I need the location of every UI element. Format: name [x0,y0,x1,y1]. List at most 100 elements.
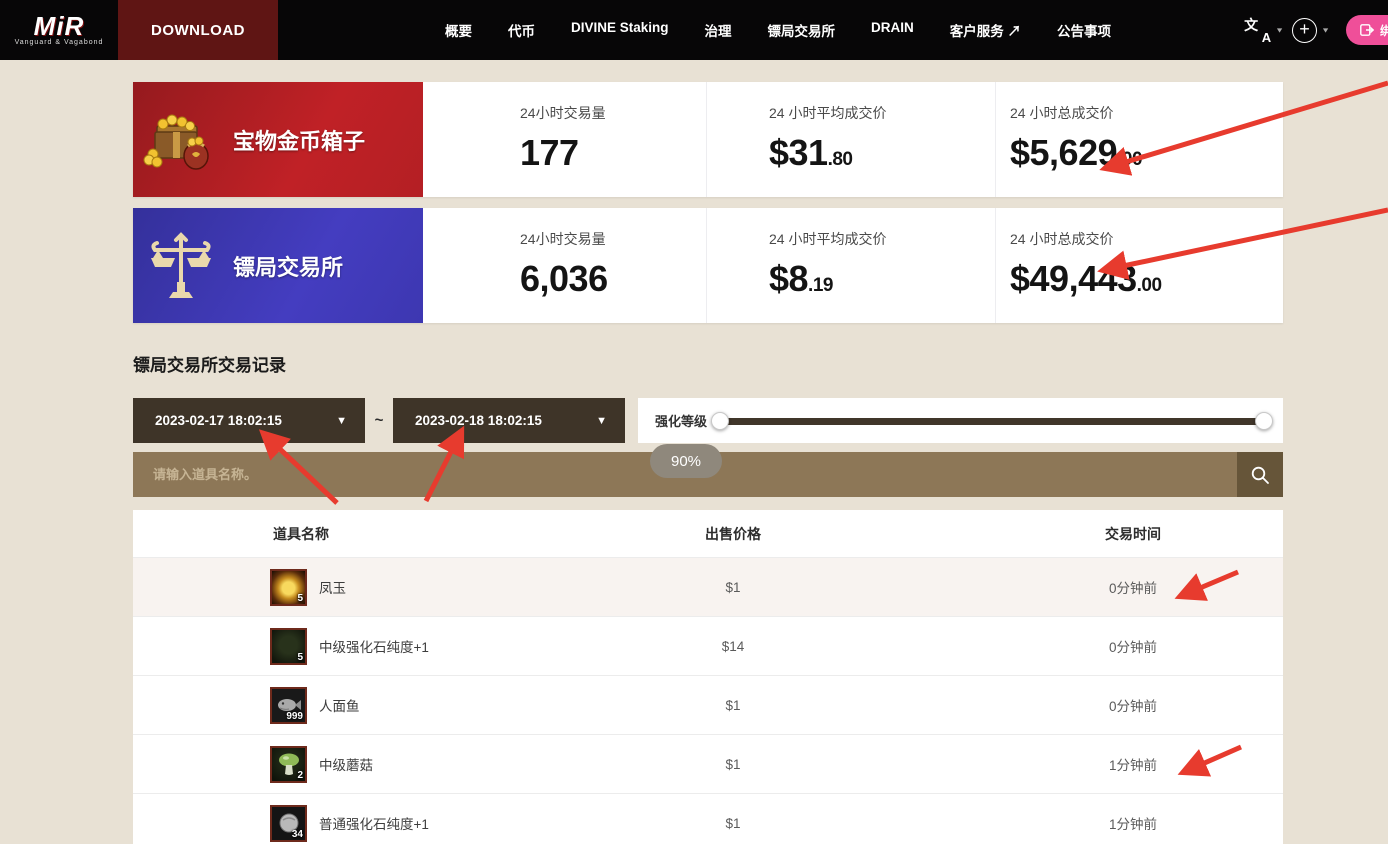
stat-value: $8 [769,258,808,299]
item-name: 中级蘑菇 [319,754,373,774]
mid-mushroom-icon: 2 [270,746,307,783]
treasure-chest-title: 宝物金币箱子 [233,124,365,156]
table-row[interactable]: 999 人面鱼 $1 0分钟前 [133,675,1283,734]
add-circle-icon: + [1292,18,1317,43]
table-header-row: 道具名称 出售价格 交易时间 [133,510,1283,557]
bind-wallet-button[interactable]: 绑定钱包 [1346,15,1388,45]
search-button[interactable] [1237,452,1283,497]
mir-logo[interactable]: MiR Vanguard & Vagabond [0,0,118,60]
enhance-level-filter: 强化等级 [638,398,1283,443]
download-button[interactable]: DOWNLOAD [118,0,278,60]
add-network-menu[interactable]: + ▼ [1292,18,1330,43]
bind-wallet-label: 绑定钱包 [1380,22,1388,39]
column-header-price: 出售价格 [583,524,883,544]
logo-subtitle: Vanguard & Vagabond [15,39,104,46]
treasure-chest-stats: 24小时交易量 177 24 小时平均成交价 $31.80 24 小时总成交价 … [423,82,1283,197]
stat-cards-section: 宝物金币箱子 24小时交易量 177 24 小时平均成交价 $31.80 24 … [133,82,1283,334]
table-row[interactable]: 5 中级强化石纯度+1 $14 0分钟前 [133,616,1283,675]
top-navigation-bar: MiR Vanguard & Vagabond DOWNLOAD 概要 代币 D… [0,0,1388,60]
nav-item-notice[interactable]: 公告事项 [1057,20,1111,40]
stat-label: 24 小时总成交价 [1010,229,1283,249]
stat-value: 177 [520,132,579,173]
stat-label: 24 小时总成交价 [1010,103,1283,123]
language-menu[interactable]: 文A ▼ [1244,17,1284,43]
treasure-chest-icon [133,104,229,176]
chevron-down-icon: ▼ [336,415,347,427]
date-from-value: 2023-02-17 18:02:15 [155,413,336,428]
item-price: $1 [583,698,883,713]
stat-label: 24小时交易量 [520,103,706,123]
date-to-select[interactable]: 2023-02-18 18:02:15 ▼ [393,398,625,443]
stat-label: 24 小时平均成交价 [769,103,995,123]
chevron-down-icon: ▼ [596,415,607,427]
trade-records-table: 道具名称 出售价格 交易时间 5 凤玉 $1 0分钟前 5 中级强化石纯度+1 … [133,510,1283,844]
trade-time: 1分钟前 [983,813,1283,833]
treasure-chest-card: 宝物金币箱子 24小时交易量 177 24 小时平均成交价 $31.80 24 … [133,82,1283,197]
nav-item-drain[interactable]: DRAIN [871,20,914,40]
table-row[interactable]: 5 凤玉 $1 0分钟前 [133,557,1283,616]
treasure-chest-banner[interactable]: 宝物金币箱子 [133,82,423,197]
nav-item-token[interactable]: 代币 [508,20,535,40]
nav-item-governance[interactable]: 治理 [705,20,732,40]
column-header-time: 交易时间 [983,524,1283,544]
exchange-card: 镖局交易所 24小时交易量 6,036 24 小时平均成交价 $8.19 24 … [133,208,1283,323]
nav-item-divine-staking[interactable]: DIVINE Staking [571,20,669,40]
item-count: 5 [297,593,303,604]
date-to-value: 2023-02-18 18:02:15 [415,413,596,428]
topbar-actions: 文A ▼ + ▼ 绑定钱包 [1244,0,1388,60]
item-name: 人面鱼 [319,695,360,715]
slider-handle-min[interactable] [711,412,729,430]
wallet-card-icon [1360,24,1374,36]
item-price: $1 [583,816,883,831]
mid-enhance-stone-icon: 5 [270,628,307,665]
records-filter-row: 2023-02-17 18:02:15 ▼ ~ 2023-02-18 18:02… [133,398,1283,443]
nav-item-overview[interactable]: 概要 [445,20,472,40]
slider-handle-max[interactable] [1255,412,1273,430]
exchange-stats: 24小时交易量 6,036 24 小时平均成交价 $8.19 24 小时总成交价… [423,208,1283,323]
search-icon [1250,465,1270,485]
item-name: 普通强化石纯度+1 [319,813,429,833]
exchange-title: 镖局交易所 [233,250,343,282]
stat-value: $31 [769,132,828,173]
nav-item-support[interactable]: 客户服务 ↗ [950,20,1021,40]
stat-decimal: .00 [1137,275,1162,296]
slider-track [717,418,1267,425]
trade-time: 1分钟前 [983,754,1283,774]
item-count: 34 [292,829,303,840]
slider-tooltip: 90% [650,444,722,478]
main-nav: 概要 代币 DIVINE Staking 治理 镖局交易所 DRAIN 客户服务… [445,20,1111,40]
stat-decimal: .80 [828,149,853,170]
nav-item-exchange[interactable]: 镖局交易所 [768,20,836,40]
table-row[interactable]: 34 普通强化石纯度+1 $1 1分钟前 [133,793,1283,844]
stat-value: 6,036 [520,258,608,299]
trade-time: 0分钟前 [983,577,1283,597]
item-count: 5 [297,652,303,663]
records-section-title: 镖局交易所交易记录 [133,351,286,376]
date-from-select[interactable]: 2023-02-17 18:02:15 ▼ [133,398,365,443]
stat-label: 24小时交易量 [520,229,706,249]
item-price: $14 [583,639,883,654]
language-icon: 文A [1244,17,1271,43]
enhance-level-label: 强化等级 [655,411,707,430]
stat-value: $49,443 [1010,258,1137,299]
balance-scale-icon [133,228,229,304]
table-row[interactable]: 2 中级蘑菇 $1 1分钟前 [133,734,1283,793]
human-face-fish-icon: 999 [270,687,307,724]
column-header-item: 道具名称 [133,524,583,544]
logo-title: MiR [34,14,85,38]
enhance-level-slider[interactable] [713,412,1271,430]
item-price: $1 [583,580,883,595]
trade-time: 0分钟前 [983,695,1283,715]
stat-decimal: .19 [808,275,833,296]
stat-label: 24 小时平均成交价 [769,229,995,249]
chevron-down-icon: ▼ [1321,26,1330,34]
trade-time: 0分钟前 [983,636,1283,656]
exchange-banner[interactable]: 镖局交易所 [133,208,423,323]
item-count: 2 [297,770,303,781]
stat-decimal: .00 [1117,149,1142,170]
item-price: $1 [583,757,883,772]
item-name: 凤玉 [319,577,346,597]
chevron-down-icon: ▼ [1275,26,1284,34]
common-enhance-stone-icon: 34 [270,805,307,842]
phoenix-jade-icon: 5 [270,569,307,606]
